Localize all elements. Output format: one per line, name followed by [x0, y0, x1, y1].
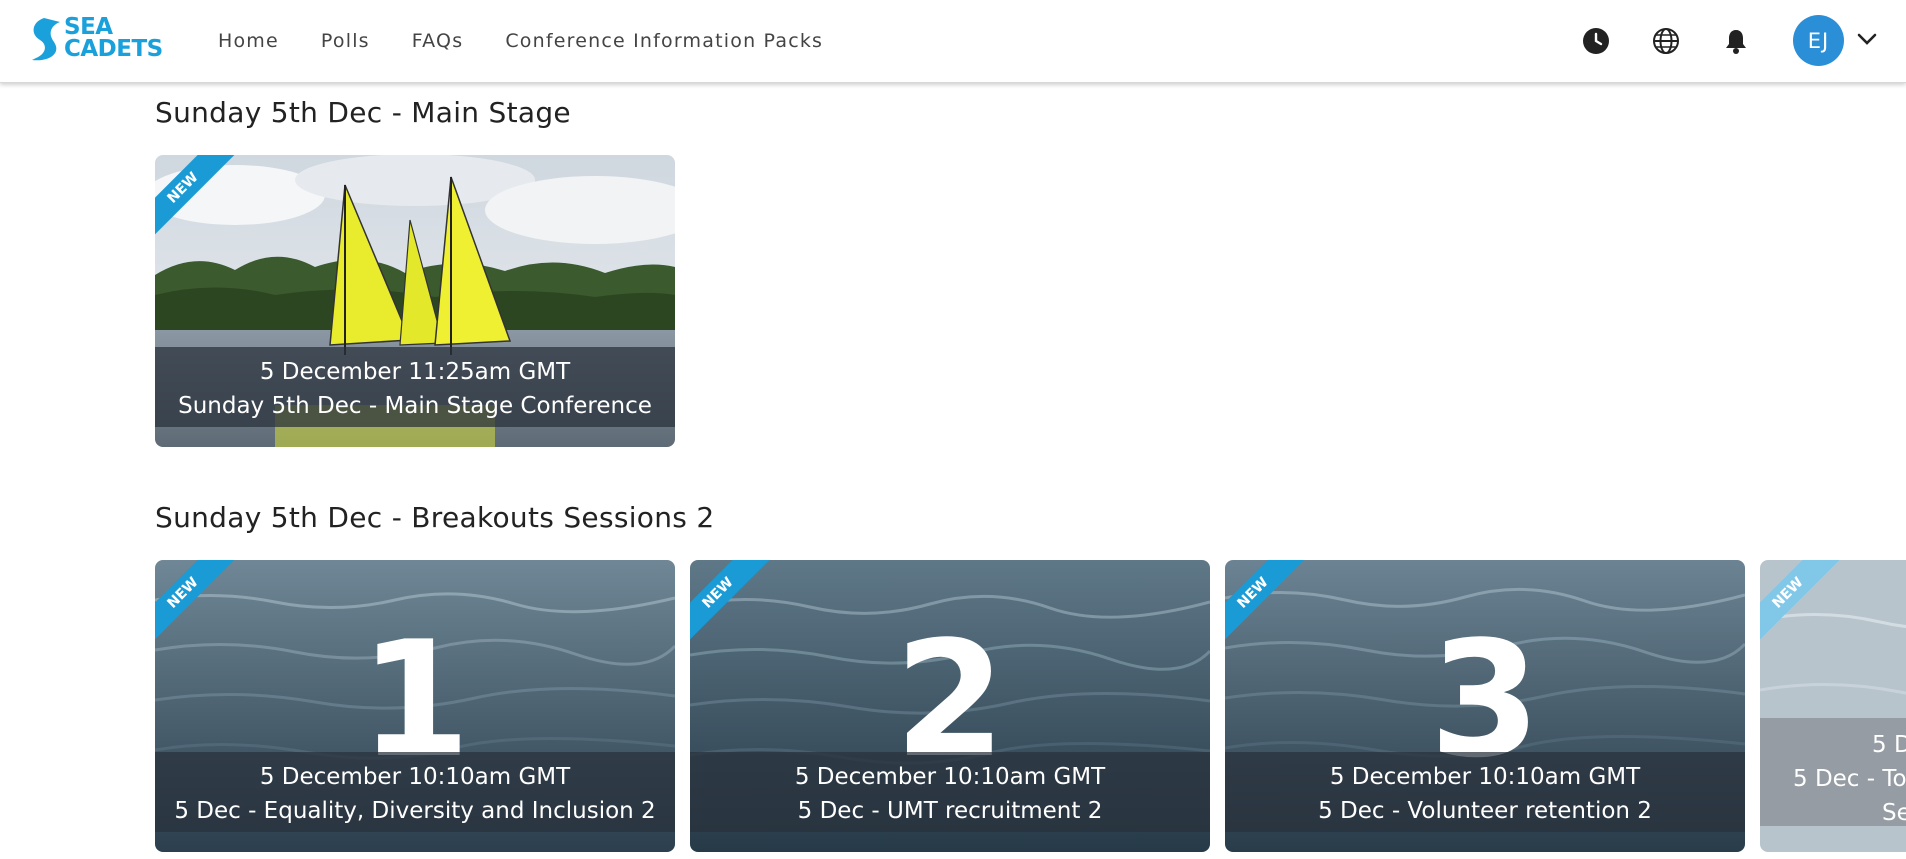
card-caption: 5 December 11:25am GMT Sunday 5th Dec - … — [155, 347, 675, 427]
clock-icon[interactable] — [1582, 27, 1610, 55]
card-date: 5 December 10:10am GMT — [1329, 764, 1641, 790]
new-badge: NEW — [155, 155, 235, 235]
logo-text-line2: CADETS — [64, 36, 163, 62]
nav-home[interactable]: Home — [218, 30, 279, 52]
bell-icon[interactable] — [1722, 27, 1750, 55]
card-title: 5 Dec - Equality, Diversity and Inclusio… — [174, 798, 656, 824]
session-card-main-stage[interactable]: NEW 5 December 11:25am GMT Sunday 5th De… — [155, 155, 675, 447]
new-badge: NEW — [155, 560, 235, 640]
session-card-breakout-3[interactable]: 3 NEW 5 December 10:10am GMT 5 Dec - Vol… — [1225, 560, 1745, 852]
nav-conference-information-packs[interactable]: Conference Information Packs — [505, 30, 823, 52]
logo-wave-icon — [32, 18, 60, 61]
new-badge: NEW — [1760, 560, 1840, 640]
card-date: 5 December 11:25am GMT — [259, 359, 571, 385]
card-title-continued: Se — [1882, 800, 1906, 826]
card-caption: 5 D 5 Dec - To Se — [1760, 718, 1906, 826]
section-title-main-stage: Sunday 5th Dec - Main Stage — [155, 96, 571, 129]
session-card-breakout-2[interactable]: 2 NEW 5 December 10:10am GMT 5 Dec - UMT… — [690, 560, 1210, 852]
logo-text-line1: SEA — [64, 14, 113, 40]
chevron-down-icon[interactable] — [1857, 32, 1877, 46]
card-date: 5 D — [1872, 732, 1906, 758]
card-title: 5 Dec - Volunteer retention 2 — [1318, 798, 1652, 824]
new-badge: NEW — [690, 560, 770, 640]
globe-icon[interactable] — [1652, 27, 1680, 55]
card-caption: 5 December 10:10am GMT 5 Dec - UMT recru… — [690, 752, 1210, 832]
new-badge: NEW — [1225, 560, 1305, 640]
card-title: Sunday 5th Dec - Main Stage Conference — [178, 393, 652, 419]
sea-cadets-logo[interactable]: SEA CADETS — [26, 16, 180, 64]
nav-polls[interactable]: Polls — [321, 30, 370, 52]
card-date: 5 December 10:10am GMT — [259, 764, 571, 790]
main-nav: Home Polls FAQs Conference Information P… — [218, 30, 865, 52]
card-title: 5 Dec - To — [1793, 766, 1906, 792]
section-title-breakouts-2: Sunday 5th Dec - Breakouts Sessions 2 — [155, 501, 715, 534]
card-title: 5 Dec - UMT recruitment 2 — [797, 798, 1103, 824]
user-avatar[interactable]: EJ — [1793, 15, 1844, 66]
card-caption: 5 December 10:10am GMT 5 Dec - Equality,… — [155, 752, 675, 832]
card-caption: 5 December 10:10am GMT 5 Dec - Volunteer… — [1225, 752, 1745, 832]
session-card-breakout-1[interactable]: 1 NEW 5 December 10:10am GMT 5 Dec - Equ… — [155, 560, 675, 852]
nav-faqs[interactable]: FAQs — [412, 30, 464, 52]
card-date: 5 December 10:10am GMT — [794, 764, 1106, 790]
session-card-breakout-4-partial[interactable]: NEW 5 D 5 Dec - To Se — [1760, 560, 1906, 852]
top-navigation-bar: SEA CADETS Home Polls FAQs Conference In… — [0, 0, 1906, 83]
